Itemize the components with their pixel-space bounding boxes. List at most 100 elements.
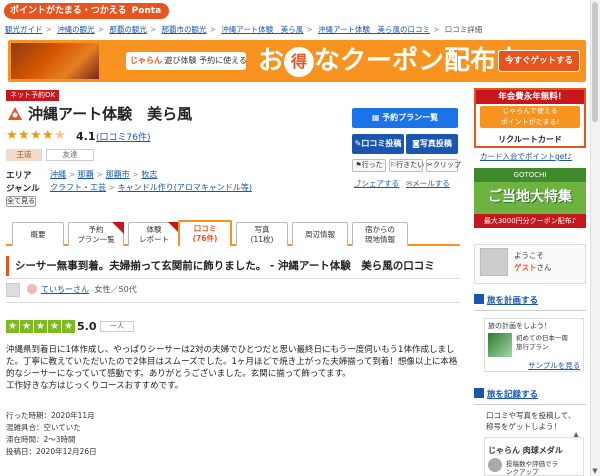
star-icon: ★ xyxy=(62,320,75,333)
visited-button[interactable]: ⚑行った xyxy=(352,159,386,172)
ad-foot: リクルートカード xyxy=(498,135,562,144)
breadcrumb: 観光ガイド > 沖縄の観光 > 那覇の観光 > 那覇市の観光 > 沖縄アート体験 美ら風… xyxy=(5,25,483,34)
genre-link[interactable]: キャンドル作り(アロマキャンドル等) xyxy=(118,183,252,192)
stay-time: 滞在時間：2〜3時間 xyxy=(6,435,76,444)
review-count-link[interactable]: (口コミ76件) xyxy=(96,131,150,145)
ad-main: ご当地大特集 xyxy=(488,189,572,205)
visit-date: 行った時期：2020年11月 xyxy=(6,411,95,420)
divider xyxy=(474,404,586,405)
guest-greeting: ようこそ ゲストさん xyxy=(514,251,552,272)
breadcrumb-link[interactable]: 沖縄アート体験 美ら風の口コミ xyxy=(318,25,430,34)
rating-stars: ★★★★★ xyxy=(6,128,66,144)
medal-icon xyxy=(488,458,502,472)
tab-overview[interactable]: 概要 xyxy=(12,222,64,246)
tag-badge: 友達 xyxy=(46,149,94,161)
clip-button[interactable]: ✂クリップ xyxy=(426,159,461,172)
divider xyxy=(474,310,586,311)
reviewer-name-link[interactable]: ていちーさん xyxy=(41,285,89,294)
divider xyxy=(6,278,460,279)
record-icon xyxy=(474,388,484,398)
ponta-logo[interactable]: ポイントがたまる・つかえる Ponta xyxy=(4,3,170,19)
plan-icon xyxy=(474,294,484,304)
crowd-level: 混雑具合：空いていた xyxy=(6,423,81,432)
post-photo-button[interactable]: ◙写真投稿 xyxy=(406,134,458,154)
banner-sub-box: じゃらん 遊び体験 予約に使える xyxy=(126,52,247,70)
breadcrumb-link[interactable]: 那覇市の観光 xyxy=(162,25,207,34)
reviewer-meta: 女性／50代 xyxy=(94,285,137,294)
genre-links: クラフト・工芸 > キャンドル作り(アロマキャンドル等) xyxy=(50,183,253,192)
ad-bottom: 最大3000円分クーポン配布♪ xyxy=(474,214,586,228)
review-stars: ★ ★ ★ ★ ★ xyxy=(6,320,76,333)
ad-middle: じゃらんで使える ポイントがたまる! xyxy=(480,106,580,128)
want-to-go-button[interactable]: ⚐行きたい xyxy=(389,159,424,172)
companion-label: 一人 xyxy=(100,321,134,332)
scrollbar-thumb[interactable] xyxy=(592,2,598,122)
reviewer-info: ていちーさん 女性／50代 xyxy=(41,285,137,295)
record-trip-heading[interactable]: 旅を記録する xyxy=(474,388,538,402)
area-label: エリア xyxy=(6,171,32,181)
page-title: 沖縄アート体験 美ら風 xyxy=(28,105,193,123)
star-icon: ★ xyxy=(6,128,18,143)
net-reservation-badge: ネット予約OK xyxy=(6,90,60,101)
breadcrumb-link[interactable]: 沖縄の観光 xyxy=(57,25,95,34)
area-link[interactable]: 那覇市 xyxy=(106,170,130,179)
breadcrumb-link[interactable]: 沖縄アート体験 美ら風 xyxy=(221,25,303,34)
star-icon: ★ xyxy=(18,128,30,143)
rating-score: 4.1 xyxy=(76,130,96,143)
banner-photo xyxy=(11,43,99,79)
star-icon: ★ xyxy=(6,320,19,333)
camera-icon: ◙ xyxy=(412,139,420,148)
post-review-button[interactable]: ✎口コミ投稿 xyxy=(352,134,404,154)
star-half-icon: ★ xyxy=(54,128,66,143)
record-text: 口コミや写真を投稿して、 称号をゲットしよう！ xyxy=(486,411,576,431)
star-icon: ★ xyxy=(42,128,54,143)
coupon-banner[interactable]: じゃらん 遊び体験 予約に使える お得なクーポン配布中! 今すぐゲットする xyxy=(8,40,586,82)
tab-reviews[interactable]: 口コミ (76件) xyxy=(178,220,232,246)
get-coupon-button[interactable]: 今すぐゲットする xyxy=(498,50,580,72)
ad-title: 年会費永年無料! xyxy=(476,90,584,104)
post-date: 投稿日：2020年12月26日 xyxy=(6,447,97,456)
medal-description: 投稿数や評価でラ ンクアップ xyxy=(506,460,558,476)
review-heading: シーサー無事到着。夫婦揃って玄関前に飾りました。 - 沖縄アート体験 美ら風の口… xyxy=(6,256,460,276)
mail-link[interactable]: ✉メールする xyxy=(406,178,450,189)
tag-badge: 王道 xyxy=(6,149,42,161)
tab-bar: 概要 予約 プラン一覧 体験 レポート 口コミ (76件) 写真 (11枚) 周辺情報 … xyxy=(6,220,460,246)
card-signup-link[interactable]: カード入会でポイントget♪ xyxy=(480,151,572,162)
review-body: 沖縄県到着日に1体作成し、やっぱりシーサーは2対の夫婦でひとつだと思い最終日にも… xyxy=(6,345,458,391)
medal-title: じゃらん 肉球メダル xyxy=(488,446,563,455)
star-icon: ★ xyxy=(20,320,33,333)
divider xyxy=(6,302,460,303)
ad-top: GOTOCHI xyxy=(474,168,586,182)
genre-link[interactable]: クラフト・工芸 xyxy=(50,183,106,192)
review-score: 5.0 xyxy=(77,320,97,333)
tab-reservation-plans[interactable]: 予約 プラン一覧 xyxy=(68,222,124,246)
logo-text: ポイントがたまる・つかえる xyxy=(10,6,127,16)
see-sample-link[interactable]: サンプルを見る xyxy=(528,360,580,371)
plan-trip-heading[interactable]: 旅を計画する xyxy=(474,294,538,308)
plan-text: 旅の計画をしよう！ xyxy=(488,322,551,330)
genre-label: ジャンル xyxy=(6,184,40,194)
banner-headline: お得なクーポン配布中! xyxy=(258,46,534,77)
tab-experience-report[interactable]: 体験 レポート xyxy=(128,222,180,246)
star-icon: ★ xyxy=(30,128,42,143)
avatar xyxy=(480,248,508,276)
plan-photo xyxy=(488,333,512,357)
area-link[interactable]: 沖縄 xyxy=(50,170,66,179)
plan-description: 初めての日本一周 旅行プラン xyxy=(516,334,568,351)
area-link[interactable]: 牧志 xyxy=(141,170,157,179)
see-all-button[interactable]: 全て見る xyxy=(6,196,36,207)
area-links: 沖縄 > 那覇 > 那覇市 > 牧志 xyxy=(50,170,158,179)
share-link[interactable]: ⤴シェアする xyxy=(354,178,399,189)
tab-local-info[interactable]: 宿からの 現地情報 xyxy=(352,222,408,246)
calendar-icon: ▦ xyxy=(371,113,383,122)
user-rank-icon xyxy=(27,284,37,294)
tab-nearby[interactable]: 周辺情報 xyxy=(292,222,348,246)
scroll-down-icon[interactable]: ▼ xyxy=(590,466,600,476)
spot-category-icon xyxy=(8,107,22,120)
area-link[interactable]: 那覇 xyxy=(78,170,94,179)
star-icon: ★ xyxy=(34,320,47,333)
breadcrumb-link[interactable]: 観光ガイド xyxy=(5,25,43,34)
breadcrumb-link[interactable]: 那覇の観光 xyxy=(109,25,147,34)
plan-list-button[interactable]: ▦ 予約プラン一覧 xyxy=(352,108,458,128)
tab-photos[interactable]: 写真 (11枚) xyxy=(236,222,288,246)
